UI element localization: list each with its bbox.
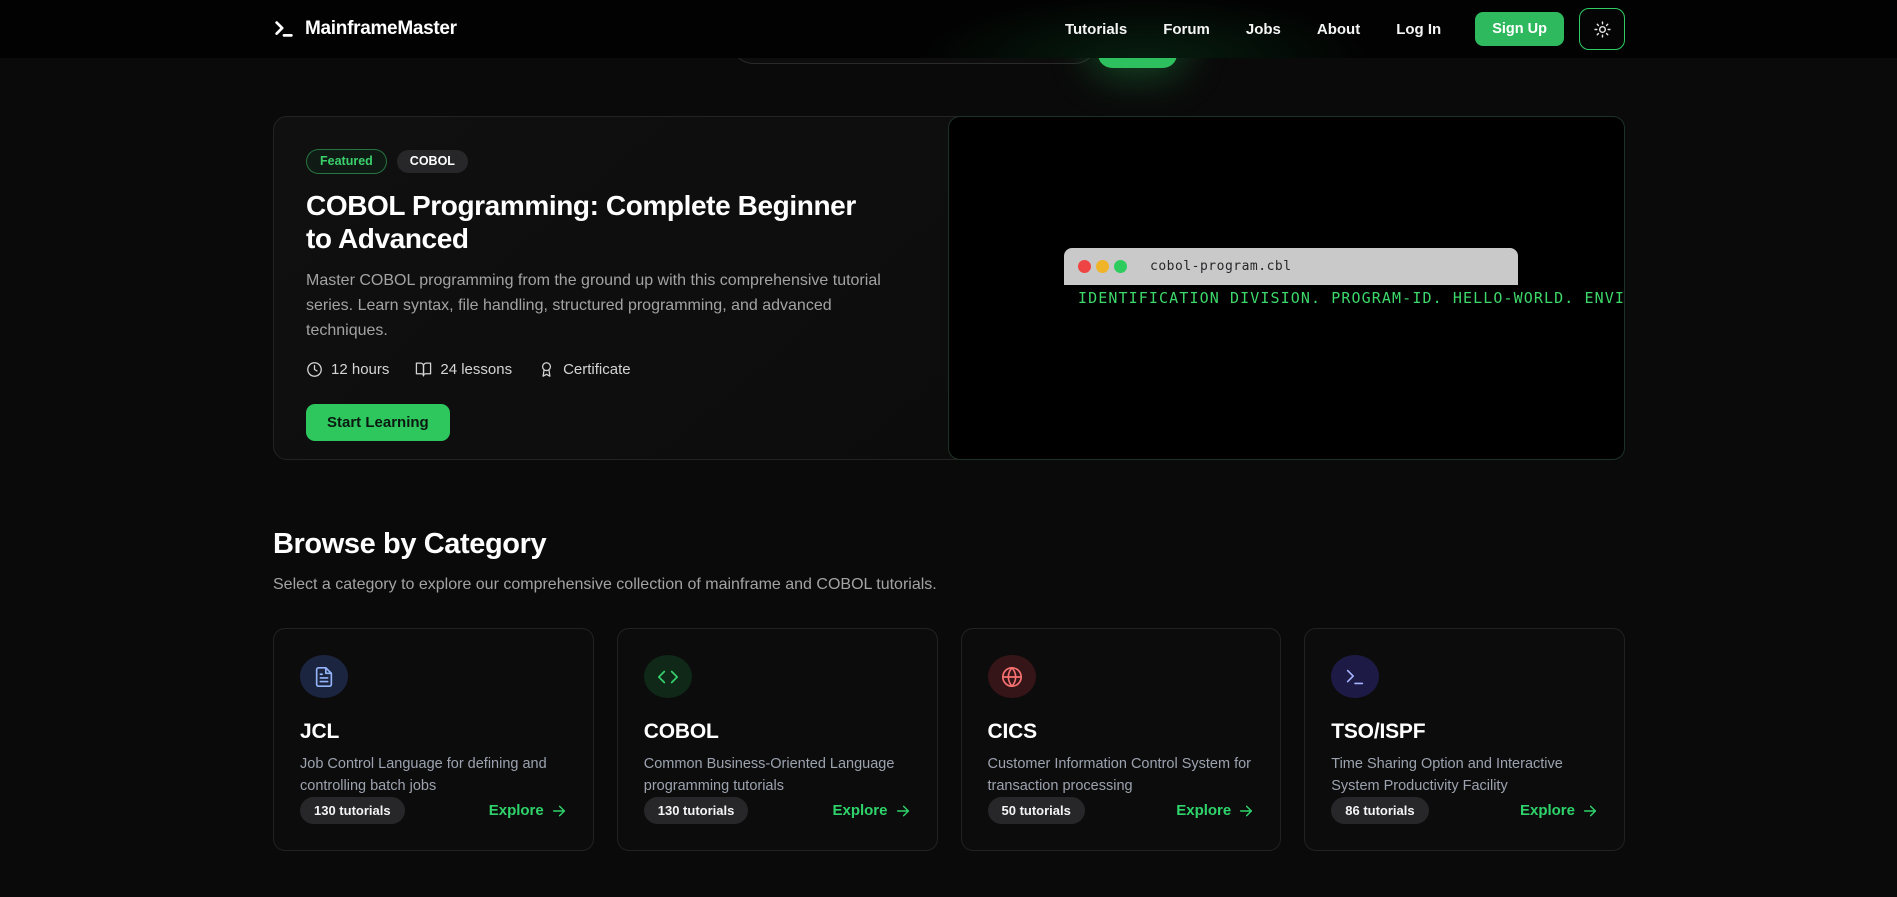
category-card-tso-ispf[interactable]: TSO/ISPF Time Sharing Option and Interac… — [1304, 628, 1625, 851]
theme-toggle-button[interactable] — [1579, 8, 1625, 50]
category-description: Time Sharing Option and Interactive Syst… — [1331, 754, 1598, 797]
explore-link[interactable]: Explore — [832, 802, 910, 819]
terminal-icon — [1331, 655, 1379, 698]
nav-link-about[interactable]: About — [1317, 21, 1360, 38]
explore-label: Explore — [832, 802, 887, 819]
course-meta-row: 12 hours 24 lessons Certificate — [306, 361, 916, 378]
badge-row: Featured COBOL — [306, 149, 916, 174]
featured-tutorial-info: Featured COBOL COBOL Programming: Comple… — [274, 117, 948, 459]
nav-link-login[interactable]: Log In — [1396, 21, 1441, 38]
page: MainframeMaster Tutorials Forum Jobs Abo… — [0, 0, 1897, 897]
browse-subheading: Select a category to explore our compreh… — [273, 576, 1625, 594]
explore-link[interactable]: Explore — [1520, 802, 1598, 819]
browse-heading: Browse by Category — [273, 528, 1625, 561]
brand-name: MainframeMaster — [305, 18, 457, 40]
code-editor-window: cobol-program.cbl — [1064, 248, 1518, 285]
explore-label: Explore — [1176, 802, 1231, 819]
certificate-meta: Certificate — [538, 361, 631, 378]
explore-label: Explore — [489, 802, 544, 819]
category-title: CICS — [988, 720, 1255, 744]
tutorial-count-badge: 130 tutorials — [300, 797, 405, 824]
category-card-cobol[interactable]: COBOL Common Business-Oriented Language … — [617, 628, 938, 851]
lessons-label: 24 lessons — [440, 361, 512, 378]
top-navbar: MainframeMaster Tutorials Forum Jobs Abo… — [0, 0, 1897, 58]
code-snippet: IDENTIFICATION DIVISION. PROGRAM-ID. HEL… — [1078, 289, 1625, 307]
signup-button[interactable]: Sign Up — [1475, 12, 1564, 46]
window-minimize-dot — [1096, 260, 1109, 273]
window-close-dot — [1078, 260, 1091, 273]
file-text-icon — [300, 655, 348, 698]
arrow-right-icon — [551, 803, 567, 819]
duration-label: 12 hours — [331, 361, 389, 378]
category-card-footer: 86 tutorials Explore — [1331, 797, 1598, 824]
globe-icon — [988, 655, 1036, 698]
category-title: JCL — [300, 720, 567, 744]
category-description: Common Business-Oriented Language progra… — [644, 754, 911, 797]
category-card-footer: 50 tutorials Explore — [988, 797, 1255, 824]
award-icon — [538, 361, 555, 378]
nav-link-tutorials[interactable]: Tutorials — [1065, 21, 1127, 38]
category-card-jcl[interactable]: JCL Job Control Language for defining an… — [273, 628, 594, 851]
arrow-right-icon — [895, 803, 911, 819]
terminal-icon — [273, 18, 295, 40]
code-icon — [644, 655, 692, 698]
certificate-label: Certificate — [563, 361, 631, 378]
nav-link-jobs[interactable]: Jobs — [1246, 21, 1281, 38]
code-window-titlebar: cobol-program.cbl — [1064, 248, 1518, 285]
arrow-right-icon — [1582, 803, 1598, 819]
tutorial-count-badge: 86 tutorials — [1331, 797, 1428, 824]
tutorial-count-badge: 130 tutorials — [644, 797, 749, 824]
brand-logo[interactable]: MainframeMaster — [273, 18, 457, 40]
code-preview-panel: cobol-program.cbl IDENTIFICATION DIVISIO… — [948, 116, 1625, 460]
sun-icon — [1594, 21, 1611, 38]
duration-meta: 12 hours — [306, 361, 389, 378]
category-description: Customer Information Control System for … — [988, 754, 1255, 797]
start-learning-button[interactable]: Start Learning — [306, 404, 450, 441]
navbar-inner: MainframeMaster Tutorials Forum Jobs Abo… — [273, 0, 1625, 58]
category-card-footer: 130 tutorials Explore — [644, 797, 911, 824]
nav-link-forum[interactable]: Forum — [1163, 21, 1210, 38]
topic-badge: COBOL — [397, 150, 468, 173]
explore-link[interactable]: Explore — [489, 802, 567, 819]
clock-icon — [306, 361, 323, 378]
lessons-meta: 24 lessons — [415, 361, 512, 378]
category-card-grid: JCL Job Control Language for defining an… — [273, 628, 1625, 851]
nav-links: Tutorials Forum Jobs About Log In — [1065, 21, 1441, 38]
featured-tutorial-card: Featured COBOL COBOL Programming: Comple… — [273, 116, 1625, 460]
tutorial-count-badge: 50 tutorials — [988, 797, 1085, 824]
category-card-cics[interactable]: CICS Customer Information Control System… — [961, 628, 1282, 851]
category-description: Job Control Language for defining and co… — [300, 754, 567, 797]
hero-title: COBOL Programming: Complete Beginner to … — [306, 189, 866, 255]
hero-description: Master COBOL programming from the ground… — [306, 268, 916, 343]
arrow-right-icon — [1238, 803, 1254, 819]
window-maximize-dot — [1114, 260, 1127, 273]
main-content: Featured COBOL COBOL Programming: Comple… — [273, 116, 1625, 851]
category-title: COBOL — [644, 720, 911, 744]
book-open-icon — [415, 361, 432, 378]
explore-link[interactable]: Explore — [1176, 802, 1254, 819]
code-filename: cobol-program.cbl — [1150, 259, 1292, 274]
explore-label: Explore — [1520, 802, 1575, 819]
category-title: TSO/ISPF — [1331, 720, 1598, 744]
category-card-footer: 130 tutorials Explore — [300, 797, 567, 824]
featured-badge: Featured — [306, 149, 387, 174]
